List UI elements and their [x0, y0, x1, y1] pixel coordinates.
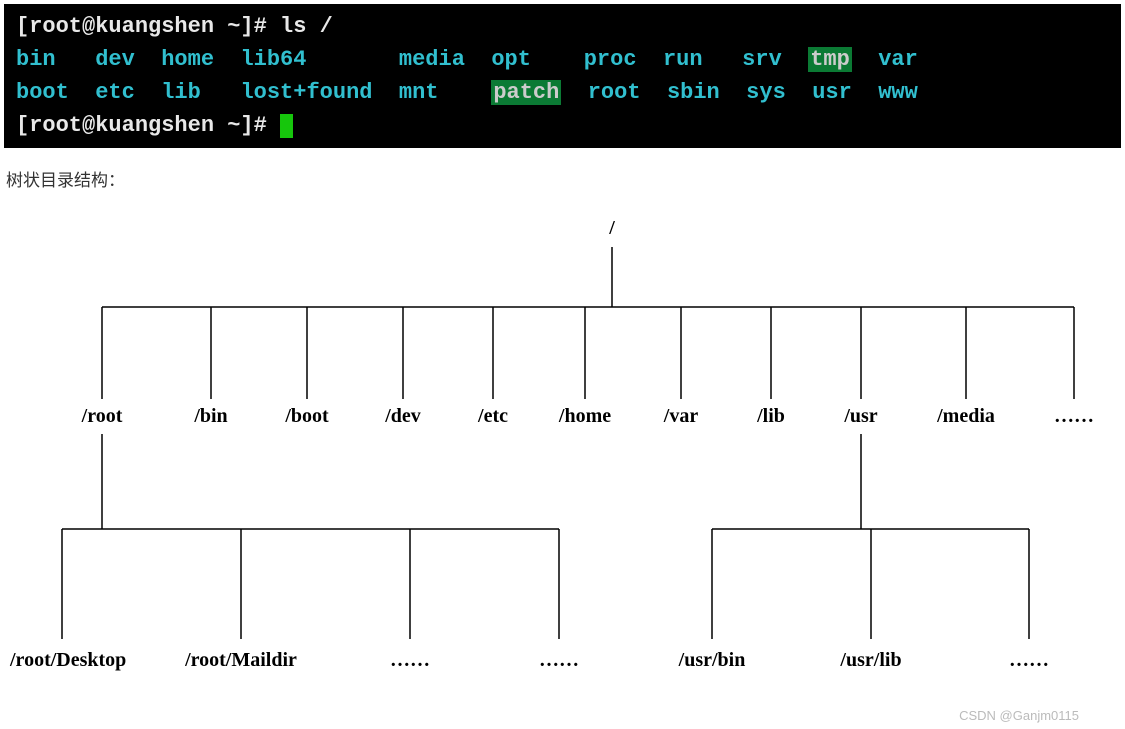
ls-entry: run	[663, 47, 742, 72]
ls-entry: sbin	[667, 80, 746, 105]
tree-node: /etc	[478, 405, 508, 428]
tree-node: /root/Maildir	[185, 649, 297, 672]
ls-entry: etc	[95, 80, 161, 105]
tree-node: ……	[1054, 405, 1094, 428]
cursor-icon	[280, 114, 293, 138]
command-text: ls /	[280, 14, 333, 39]
ls-entry: boot	[16, 80, 95, 105]
tree-node: /boot	[285, 405, 328, 428]
ls-entry: lost+found	[240, 80, 398, 105]
ls-entry: lib64	[240, 47, 398, 72]
ls-entry: srv	[742, 47, 808, 72]
tree-node: /usr/lib	[840, 649, 901, 672]
tree-node: /home	[559, 405, 611, 428]
tree-node: ……	[1009, 649, 1049, 672]
tree-node: ……	[539, 649, 579, 672]
tree-node: /root/Desktop	[10, 649, 126, 672]
ls-entry: mnt	[399, 80, 491, 105]
prompt: [root@kuangshen ~]#	[16, 14, 280, 39]
watermark: CSDN @Ganjm0115	[959, 708, 1079, 723]
tree-node: /bin	[194, 405, 227, 428]
terminal-ls-row-2: boot etc lib lost+found mnt patch root s…	[16, 76, 1109, 109]
terminal-output: [root@kuangshen ~]# ls / bin dev home li…	[4, 4, 1121, 148]
tree-node: /root	[82, 405, 123, 428]
terminal-ls-row-1: bin dev home lib64 media opt proc run sr…	[16, 43, 1109, 76]
ls-entry: media	[399, 47, 491, 72]
ls-entry: tmp	[808, 47, 852, 72]
directory-tree-diagram: / /root /bin /boot /dev /etc /home /var …	[4, 209, 1119, 729]
ls-entry: proc	[584, 47, 663, 72]
terminal-line-4: [root@kuangshen ~]#	[16, 109, 1109, 142]
ls-entry: usr	[812, 80, 878, 105]
section-caption: 树状目录结构：	[6, 166, 1125, 191]
prompt: [root@kuangshen ~]#	[16, 113, 280, 138]
ls-entry: lib	[161, 80, 240, 105]
tree-node: /usr	[844, 405, 877, 428]
ls-entry: var	[878, 47, 944, 72]
tree-node: /lib	[757, 405, 785, 428]
ls-entry: patch	[491, 80, 561, 105]
ls-entry: dev	[95, 47, 161, 72]
tree-root-label: /	[609, 217, 615, 240]
ls-entry: opt	[491, 47, 583, 72]
tree-node: /media	[937, 405, 995, 428]
ls-entry: root	[588, 80, 667, 105]
ls-entry: www	[878, 80, 944, 105]
tree-node: /usr/bin	[679, 649, 746, 672]
tree-node: ……	[390, 649, 430, 672]
terminal-line-1: [root@kuangshen ~]# ls /	[16, 10, 1109, 43]
ls-entry: home	[161, 47, 240, 72]
tree-node: /var	[664, 405, 698, 428]
tree-node: /dev	[385, 405, 421, 428]
ls-entry: bin	[16, 47, 95, 72]
ls-entry: sys	[746, 80, 812, 105]
